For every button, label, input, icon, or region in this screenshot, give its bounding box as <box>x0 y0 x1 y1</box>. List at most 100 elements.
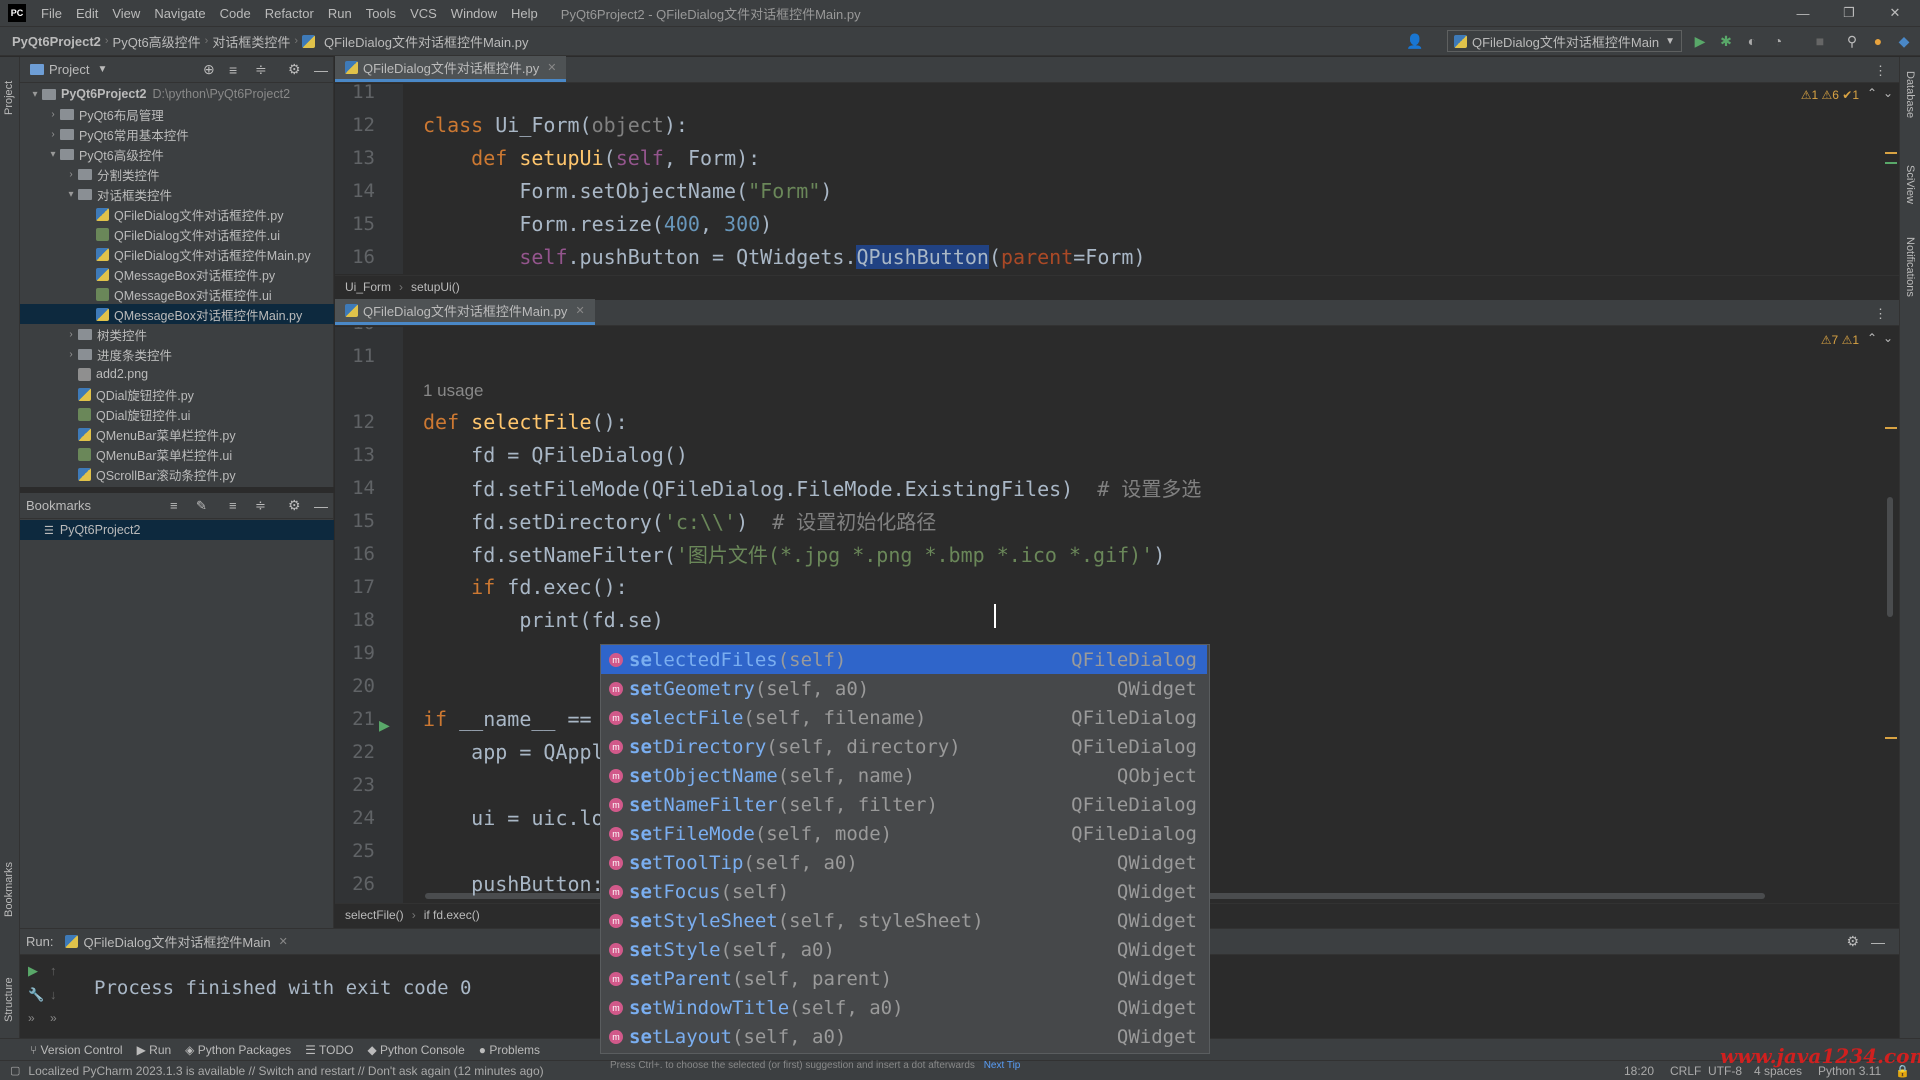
sciview-tool-label[interactable]: SciView <box>1904 165 1916 204</box>
code-line[interactable]: 16 self.pushButton = QtWidgets.QPushButt… <box>335 240 1899 273</box>
tree-item[interactable]: QDial旋钮控件.ui <box>20 404 334 424</box>
problems-tool[interactable]: ● Problems <box>479 1043 540 1057</box>
code-line[interactable]: 17 if fd.exec(): <box>335 570 1899 603</box>
expand-all-icon[interactable]: ≡ <box>229 498 237 513</box>
edit-icon[interactable]: ✎ <box>196 498 207 514</box>
close-tab-icon[interactable]: ✕ <box>575 304 584 317</box>
code-line[interactable]: 13 def setupUi(self, Form): <box>335 141 1899 174</box>
completion-item[interactable]: m selectedFiles (self) QFileDialog <box>601 645 1207 674</box>
tree-item[interactable]: › PyQt6常用基本控件 <box>20 124 334 144</box>
close-tab-icon[interactable]: ✕ <box>547 61 556 74</box>
coverage-icon[interactable]: ◐ <box>1743 32 1761 50</box>
completion-item[interactable]: m setParent (self, parent) QWidget <box>601 964 1207 993</box>
chevron-right-icon[interactable]: › <box>46 129 60 140</box>
gear-icon[interactable]: ⚙ <box>1846 933 1859 950</box>
arrow-down-icon[interactable]: ↓ <box>50 987 57 1002</box>
breadcrumb-subfolder[interactable]: 对话框类控件 <box>208 32 294 51</box>
code-line[interactable]: 1 usage <box>335 372 1899 405</box>
breadcrumb-project[interactable]: PyQt6Project2 <box>8 34 105 49</box>
completion-item[interactable]: m setFileMode (self, mode) QFileDialog <box>601 819 1207 848</box>
python-packages-tool[interactable]: ◈ Python Packages <box>185 1043 291 1057</box>
breadcrumb-folder[interactable]: PyQt6高级控件 <box>109 32 205 51</box>
tree-item[interactable]: › PyQt6布局管理 <box>20 104 334 124</box>
chevron-right-icon[interactable]: › <box>64 329 78 340</box>
menu-view[interactable]: View <box>105 6 147 21</box>
jetbrains-icon[interactable]: ◆ <box>1895 32 1913 50</box>
run-configuration-select[interactable]: QFileDialog文件对话框控件Main ▼ <box>1447 30 1682 52</box>
update-icon[interactable]: ● <box>1869 32 1887 50</box>
minimize-icon[interactable]: — <box>1780 0 1826 26</box>
menu-run[interactable]: Run <box>321 6 359 21</box>
completion-item[interactable]: m setFocus (self) QWidget <box>601 877 1207 906</box>
collapse-all-icon[interactable]: ≑ <box>255 61 267 78</box>
code-line[interactable]: 18 print(fd.se) <box>335 603 1899 636</box>
hide-icon[interactable]: — <box>314 62 328 78</box>
tree-item[interactable]: › 进度条类控件 <box>20 344 334 364</box>
database-tool-label[interactable]: Database <box>1904 71 1916 118</box>
chevron-right-icon[interactable]: › <box>46 109 60 120</box>
more-icon[interactable]: ⋮ <box>1874 306 1887 322</box>
debug-icon[interactable]: ✱ <box>1717 32 1735 50</box>
close-tab-icon[interactable]: ✕ <box>279 935 288 948</box>
version-control-tool[interactable]: ⑂ Version Control <box>30 1043 123 1057</box>
status-toggle-icon[interactable]: ▢ <box>10 1064 20 1077</box>
code-line[interactable]: 15 Form.resize(400, 300) <box>335 207 1899 240</box>
arrow-up-icon[interactable]: ↑ <box>50 963 57 978</box>
add-bookmark-icon[interactable]: ≡ <box>170 498 178 513</box>
expand-icon[interactable]: » <box>50 1011 57 1025</box>
menu-tools[interactable]: Tools <box>359 6 403 21</box>
menu-vcs[interactable]: VCS <box>403 6 444 21</box>
tree-item[interactable]: ▾ PyQt6Project2 D:\python\PyQt6Project2 <box>20 84 334 104</box>
tree-item[interactable]: ▾ PyQt6高级控件 <box>20 144 334 164</box>
menu-code[interactable]: Code <box>213 6 258 21</box>
completion-item[interactable]: m setNameFilter (self, filter) QFileDialog <box>601 790 1207 819</box>
code-line[interactable]: 13 fd = QFileDialog() <box>335 438 1899 471</box>
code-line[interactable]: 11 <box>335 339 1899 372</box>
tree-item[interactable]: QFileDialog文件对话框控件.py <box>20 204 334 224</box>
chevron-right-icon[interactable]: › <box>64 349 78 360</box>
hide-icon[interactable]: — <box>1871 934 1885 950</box>
run-icon[interactable]: ▶ <box>1691 32 1709 50</box>
tab-qfiledialog-py[interactable]: QFileDialog文件对话框控件.py ✕ <box>335 56 567 82</box>
run-tab[interactable]: QFileDialog文件对话框控件Main <box>83 932 270 951</box>
expand-all-icon[interactable]: ≡ <box>229 62 237 78</box>
structure-tool-label[interactable]: Structure <box>3 977 15 1022</box>
expand-icon[interactable]: » <box>28 1011 35 1025</box>
code-line[interactable]: 11 <box>335 84 1899 108</box>
status-message[interactable]: Localized PyCharm 2023.1.3 is available … <box>28 1064 543 1078</box>
tree-item[interactable]: › 分割类控件 <box>20 164 334 184</box>
completion-item[interactable]: m setObjectName (self, name) QObject <box>601 761 1207 790</box>
tab-qfiledialog-main-py[interactable]: QFileDialog文件对话框控件Main.py ✕ <box>335 299 595 325</box>
more-icon[interactable]: ⋮ <box>1874 63 1887 79</box>
completion-item[interactable]: m setToolTip (self, a0) QWidget <box>601 848 1207 877</box>
code-line[interactable]: 16 fd.setNameFilter('图片文件(*.jpg *.png *.… <box>335 537 1899 570</box>
chevron-right-icon[interactable]: › <box>64 169 78 180</box>
next-tip-link[interactable]: Next Tip <box>984 1060 1021 1071</box>
completion-item[interactable]: m setGeometry (self, a0) QWidget <box>601 674 1207 703</box>
code-line[interactable]: 10 <box>335 327 1899 339</box>
todo-tool[interactable]: ☰ TODO <box>305 1043 353 1057</box>
collapse-all-icon[interactable]: ≑ <box>255 498 266 514</box>
chevron-down-icon[interactable]: ▾ <box>64 189 78 200</box>
tree-item[interactable]: QMenuBar菜单栏控件.ui <box>20 444 334 464</box>
gear-icon[interactable]: ⚙ <box>288 497 301 514</box>
editor-top[interactable]: ⚠1 ⚠6 ✔1 ⌃ ⌄ 11 12 class Ui_Form(object): 1… <box>335 84 1899 274</box>
chevron-down-icon[interactable]: ▼ <box>97 64 107 75</box>
completion-item[interactable]: m setWindowTitle (self, a0) QWidget <box>601 993 1207 1022</box>
run-tool[interactable]: ▶ Run <box>137 1043 172 1057</box>
tree-item[interactable]: › 树类控件 <box>20 324 334 344</box>
completion-item[interactable]: m selectFile (self, filename) QFileDialog <box>601 703 1207 732</box>
hide-icon[interactable]: — <box>314 498 328 514</box>
python-console-tool[interactable]: ◆ Python Console <box>367 1043 464 1057</box>
code-line[interactable]: 15 fd.setDirectory('c:\\') # 设置初始化路径 <box>335 504 1899 537</box>
completion-item[interactable]: m setDirectory (self, directory) QFileDialo… <box>601 732 1207 761</box>
tree-item[interactable]: QMessageBox对话框控件.py <box>20 264 334 284</box>
menu-file[interactable]: File <box>34 6 69 21</box>
stop-icon[interactable]: ■ <box>1811 32 1829 50</box>
restore-icon[interactable]: ❐ <box>1826 0 1872 26</box>
completion-item[interactable]: m setStyle (self, a0) QWidget <box>601 935 1207 964</box>
code-line[interactable]: 12 def selectFile(): <box>335 405 1899 438</box>
profile-icon[interactable]: ◔ <box>1769 32 1787 50</box>
tree-item[interactable]: QMessageBox对话框控件Main.py <box>20 304 334 324</box>
chevron-down-icon[interactable]: ▾ <box>46 149 60 160</box>
